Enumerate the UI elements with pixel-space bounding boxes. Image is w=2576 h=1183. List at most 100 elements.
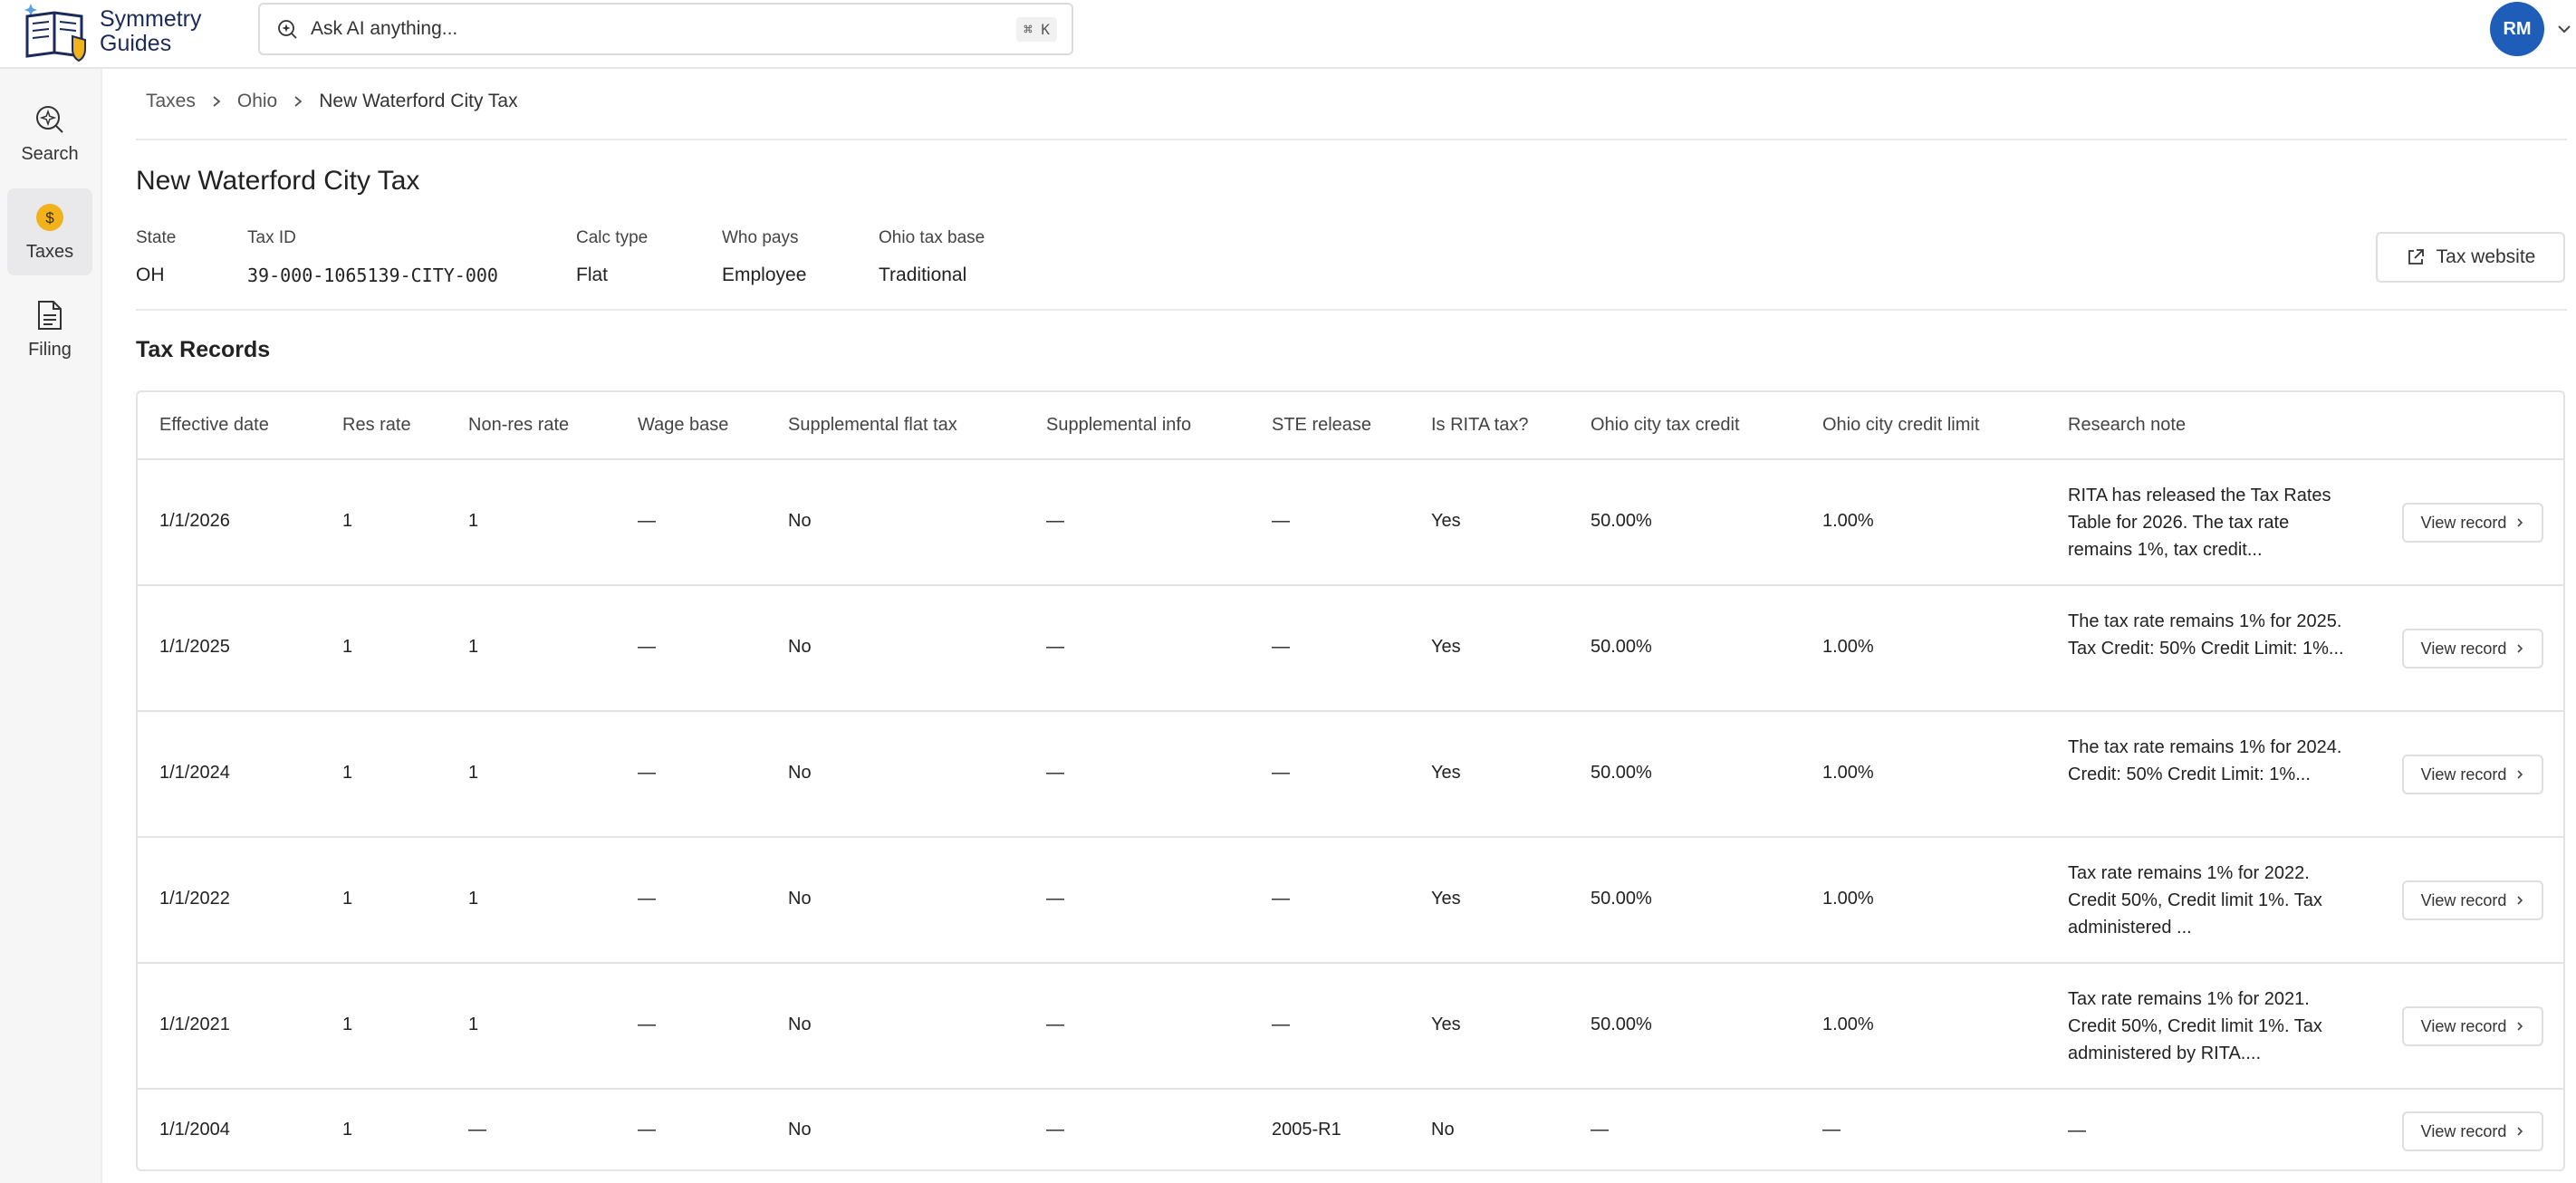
table-row[interactable]: 1/1/2025 1 1 — No — — Yes 50.00% 1.00% T… (138, 586, 2563, 712)
view-record-label: View record (2420, 1121, 2507, 1140)
chevron-down-icon[interactable] (2555, 20, 2573, 38)
meta-label: State (136, 228, 177, 247)
view-record-button[interactable]: View record (2402, 503, 2543, 543)
cell-effective-date: 1/1/2026 (159, 511, 230, 531)
tax-website-button[interactable]: Tax website (2376, 232, 2565, 283)
view-record-label: View record (2420, 765, 2507, 784)
chevron-right-icon (2517, 1127, 2523, 1136)
chevron-right-icon (294, 96, 303, 107)
cell-supplemental-flat-tax: No (788, 889, 812, 909)
cell-wage-base: — (638, 763, 656, 783)
meta-calc-type: Calc type Flat (576, 228, 648, 286)
search-placeholder: Ask AI anything... (311, 18, 458, 39)
cell-city-credit-limit: 1.00% (1822, 637, 1874, 657)
sidebar-item-search[interactable]: Search (7, 91, 92, 178)
table-row[interactable]: 1/1/2022 1 1 — No — — Yes 50.00% 1.00% T… (138, 838, 2563, 964)
view-record-label: View record (2420, 639, 2507, 658)
tax-website-label: Tax website (2436, 246, 2536, 267)
view-record-button[interactable]: View record (2402, 755, 2543, 794)
column-header[interactable]: Research note (2068, 415, 2186, 436)
column-header[interactable]: Wage base (638, 415, 728, 436)
view-record-button[interactable]: View record (2402, 1111, 2543, 1151)
breadcrumb-taxes[interactable]: Taxes (146, 91, 196, 112)
view-record-label: View record (2420, 1016, 2507, 1035)
column-header[interactable]: Non-res rate (468, 415, 569, 436)
column-header[interactable]: Is RITA tax? (1431, 415, 1528, 436)
sidebar-item-filing[interactable]: Filing (7, 286, 92, 373)
search-sparkle-icon (36, 105, 63, 133)
cell-res-rate: 1 (342, 763, 353, 783)
meta-label: Tax ID (247, 228, 296, 247)
breadcrumb: Taxes Ohio New Waterford City Tax (146, 91, 518, 112)
cell-res-rate: 1 (342, 637, 353, 657)
cell-is-rita: Yes (1431, 1015, 1461, 1034)
meta-state: State OH (136, 228, 176, 286)
cell-wage-base: — (638, 637, 656, 657)
view-record-button[interactable]: View record (2402, 629, 2543, 668)
chevron-right-icon (213, 96, 221, 107)
cell-supplemental-info: — (1046, 511, 1064, 531)
cell-research-note: The tax rate remains 1% for 2024. Credit… (2068, 737, 2342, 784)
cell-research-note: Tax rate remains 1% for 2021. Credit 50%… (2068, 989, 2322, 1063)
table-row[interactable]: 1/1/2021 1 1 — No — — Yes 50.00% 1.00% T… (138, 964, 2563, 1090)
ai-search-icon (278, 20, 297, 39)
sidebar-item-label: Taxes (25, 241, 74, 262)
cell-nonres-rate: 1 (468, 889, 479, 909)
ask-ai-search[interactable]: Ask AI anything... ⌘ K (258, 3, 1073, 55)
svg-text:$: $ (45, 209, 54, 226)
column-header[interactable]: Supplemental info (1046, 415, 1191, 436)
cell-is-rita: Yes (1431, 889, 1461, 909)
cell-supplemental-info: — (1046, 889, 1064, 909)
view-record-button[interactable]: View record (2402, 1006, 2543, 1046)
user-avatar[interactable]: RM (2490, 2, 2544, 56)
cell-city-credit-limit: 1.00% (1822, 511, 1874, 531)
cell-supplemental-info: — (1046, 763, 1064, 783)
column-header[interactable]: STE release (1272, 415, 1371, 436)
section-title: Tax Records (136, 337, 271, 362)
cell-supplemental-flat-tax: No (788, 637, 812, 657)
cell-city-credit-limit: 1.00% (1822, 1015, 1874, 1034)
cell-supplemental-flat-tax: No (788, 1120, 812, 1140)
cell-city-tax-credit: 50.00% (1591, 763, 1652, 783)
cell-effective-date: 1/1/2021 (159, 1015, 230, 1034)
chevron-right-icon (2517, 644, 2523, 653)
column-header[interactable]: Res rate (342, 415, 411, 436)
column-header[interactable]: Effective date (159, 415, 269, 436)
cell-ste-release: — (1272, 889, 1290, 909)
column-header[interactable]: Ohio city credit limit (1822, 415, 1979, 436)
cell-research-note: Tax rate remains 1% for 2022. Credit 50%… (2068, 863, 2322, 938)
breadcrumb-ohio[interactable]: Ohio (237, 91, 277, 112)
cell-res-rate: 1 (342, 1120, 353, 1140)
cell-is-rita: Yes (1431, 763, 1461, 783)
cell-effective-date: 1/1/2004 (159, 1120, 230, 1140)
cell-is-rita: Yes (1431, 637, 1461, 657)
cell-city-tax-credit: 50.00% (1591, 637, 1652, 657)
meta-value: 39-000-1065139-CITY-000 (247, 264, 498, 286)
view-record-button[interactable]: View record (2402, 880, 2543, 920)
table-row[interactable]: 1/1/2004 1 — — No — 2005-R1 No — — — Vie… (138, 1090, 2563, 1169)
sidebar-item-label: Filing (28, 339, 72, 360)
cell-effective-date: 1/1/2024 (159, 763, 230, 783)
cell-supplemental-info: — (1046, 1120, 1064, 1140)
table-row[interactable]: 1/1/2026 1 1 — No — — Yes 50.00% 1.00% R… (138, 460, 2563, 586)
chevron-right-icon (2517, 1022, 2523, 1031)
logo[interactable]: Symmetry Guides (18, 0, 202, 63)
cell-effective-date: 1/1/2025 (159, 637, 230, 657)
meta-label: Ohio tax base (879, 228, 985, 247)
cell-wage-base: — (638, 1015, 656, 1034)
external-link-icon (2408, 249, 2424, 264)
cell-res-rate: 1 (342, 889, 353, 909)
column-header[interactable]: Supplemental flat tax (788, 415, 957, 436)
cell-supplemental-flat-tax: No (788, 763, 812, 783)
cell-research-note: RITA has released the Tax Rates Table fo… (2068, 486, 2331, 560)
table-row[interactable]: 1/1/2024 1 1 — No — — Yes 50.00% 1.00% T… (138, 712, 2563, 838)
cell-res-rate: 1 (342, 511, 353, 531)
dollar-coin-icon: $ (36, 203, 63, 231)
sidebar-item-taxes[interactable]: $ Taxes (7, 188, 92, 275)
cell-nonres-rate: — (468, 1120, 486, 1140)
meta-value: Employee (722, 264, 807, 285)
meta-value: Flat (576, 264, 609, 285)
breadcrumb-current: New Waterford City Tax (319, 91, 518, 111)
sidebar-item-label: Search (21, 143, 79, 164)
column-header[interactable]: Ohio city tax credit (1591, 415, 1740, 436)
